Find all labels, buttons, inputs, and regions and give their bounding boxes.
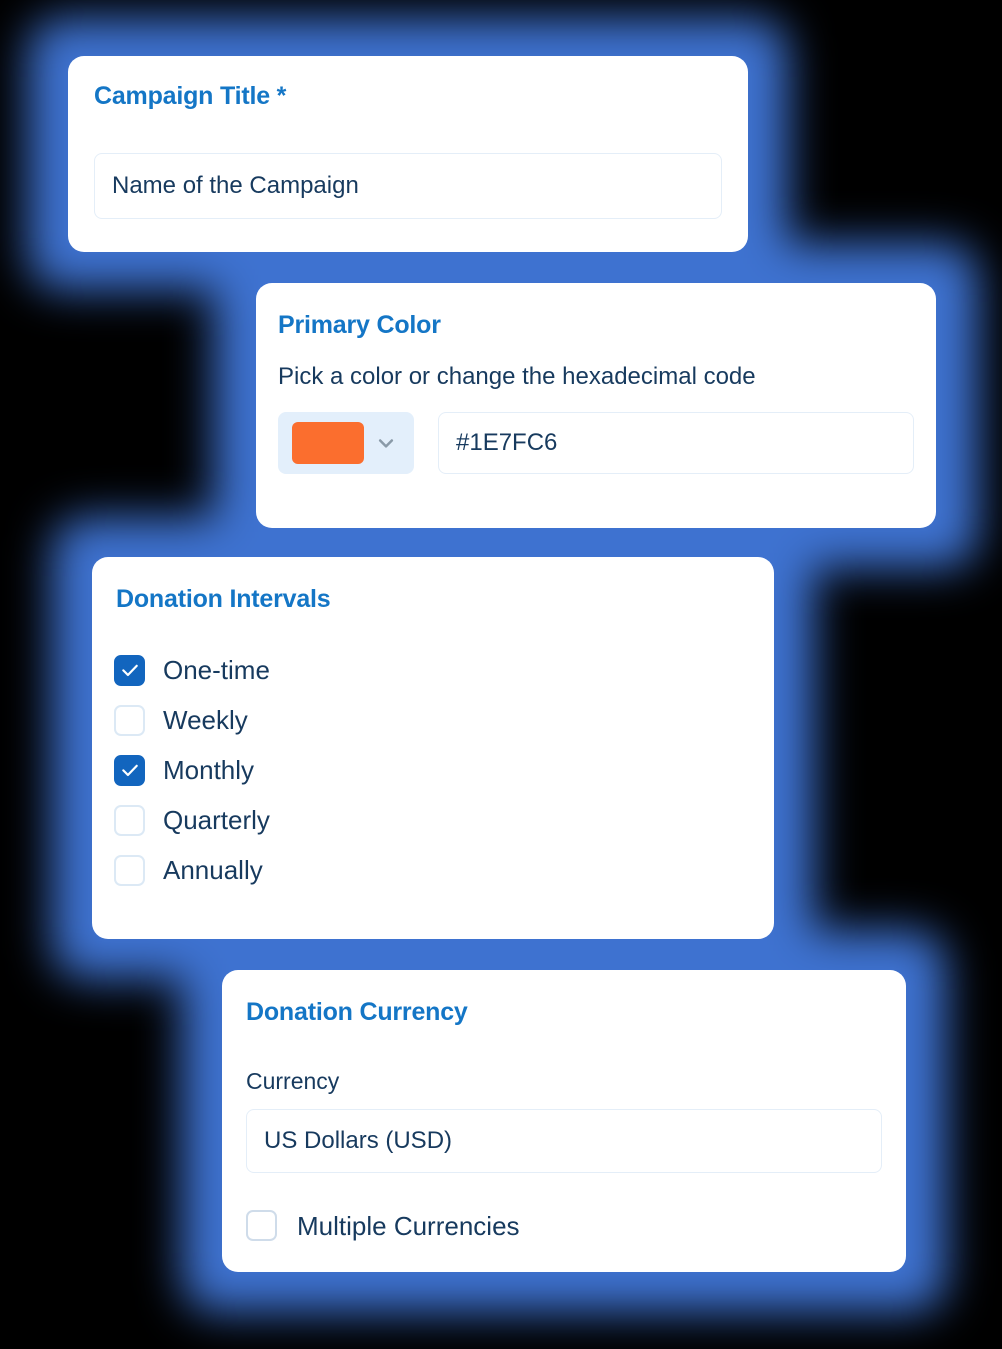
multiple-currencies-option[interactable]: Multiple Currencies	[246, 1210, 520, 1241]
check-icon	[121, 664, 138, 677]
checkbox-weekly[interactable]	[114, 704, 145, 736]
campaign-title-card: Campaign Title * Name of the Campaign	[68, 56, 748, 252]
checkbox-annually[interactable]	[114, 854, 145, 886]
primary-color-card: Primary Color Pick a color or change the…	[256, 283, 936, 528]
interval-option-annually[interactable]: Annually	[114, 849, 270, 891]
donation-intervals-card: Donation Intervals One-time Weekly Month…	[92, 557, 774, 939]
hex-code-input[interactable]: #1E7FC6	[438, 412, 914, 474]
interval-option-weekly[interactable]: Weekly	[114, 699, 270, 741]
checkbox-quarterly[interactable]	[114, 804, 145, 836]
currency-field-label: Currency	[246, 1068, 340, 1094]
interval-option-one-time[interactable]: One-time	[114, 649, 270, 691]
interval-label-monthly: Monthly	[163, 755, 255, 785]
color-swatch	[292, 422, 364, 464]
color-picker-button[interactable]	[278, 412, 414, 474]
multiple-currencies-label: Multiple Currencies	[297, 1210, 520, 1241]
interval-label-annually: Annually	[163, 855, 263, 885]
interval-label-quarterly: Quarterly	[163, 805, 270, 835]
interval-option-monthly[interactable]: Monthly	[114, 749, 270, 791]
check-icon	[121, 764, 138, 777]
chevron-down-icon	[378, 439, 394, 448]
donation-currency-heading: Donation Currency	[246, 998, 468, 1026]
primary-color-heading: Primary Color	[278, 311, 441, 339]
interval-label-one-time: One-time	[163, 655, 270, 685]
checkbox-one-time[interactable]	[114, 654, 145, 686]
checkbox-monthly[interactable]	[114, 754, 145, 786]
campaign-title-input[interactable]: Name of the Campaign	[94, 153, 722, 219]
checkbox-multiple-currencies[interactable]	[246, 1210, 277, 1241]
interval-label-weekly: Weekly	[163, 705, 248, 735]
currency-select[interactable]: US Dollars (USD)	[246, 1109, 882, 1173]
interval-option-quarterly[interactable]: Quarterly	[114, 799, 270, 841]
donation-intervals-list: One-time Weekly Monthly Quarterly Annual…	[114, 649, 270, 891]
donation-intervals-heading: Donation Intervals	[116, 585, 331, 613]
primary-color-description: Pick a color or change the hexadecimal c…	[278, 363, 756, 390]
donation-currency-card: Donation Currency Currency US Dollars (U…	[222, 970, 906, 1272]
campaign-title-heading: Campaign Title *	[94, 82, 287, 110]
